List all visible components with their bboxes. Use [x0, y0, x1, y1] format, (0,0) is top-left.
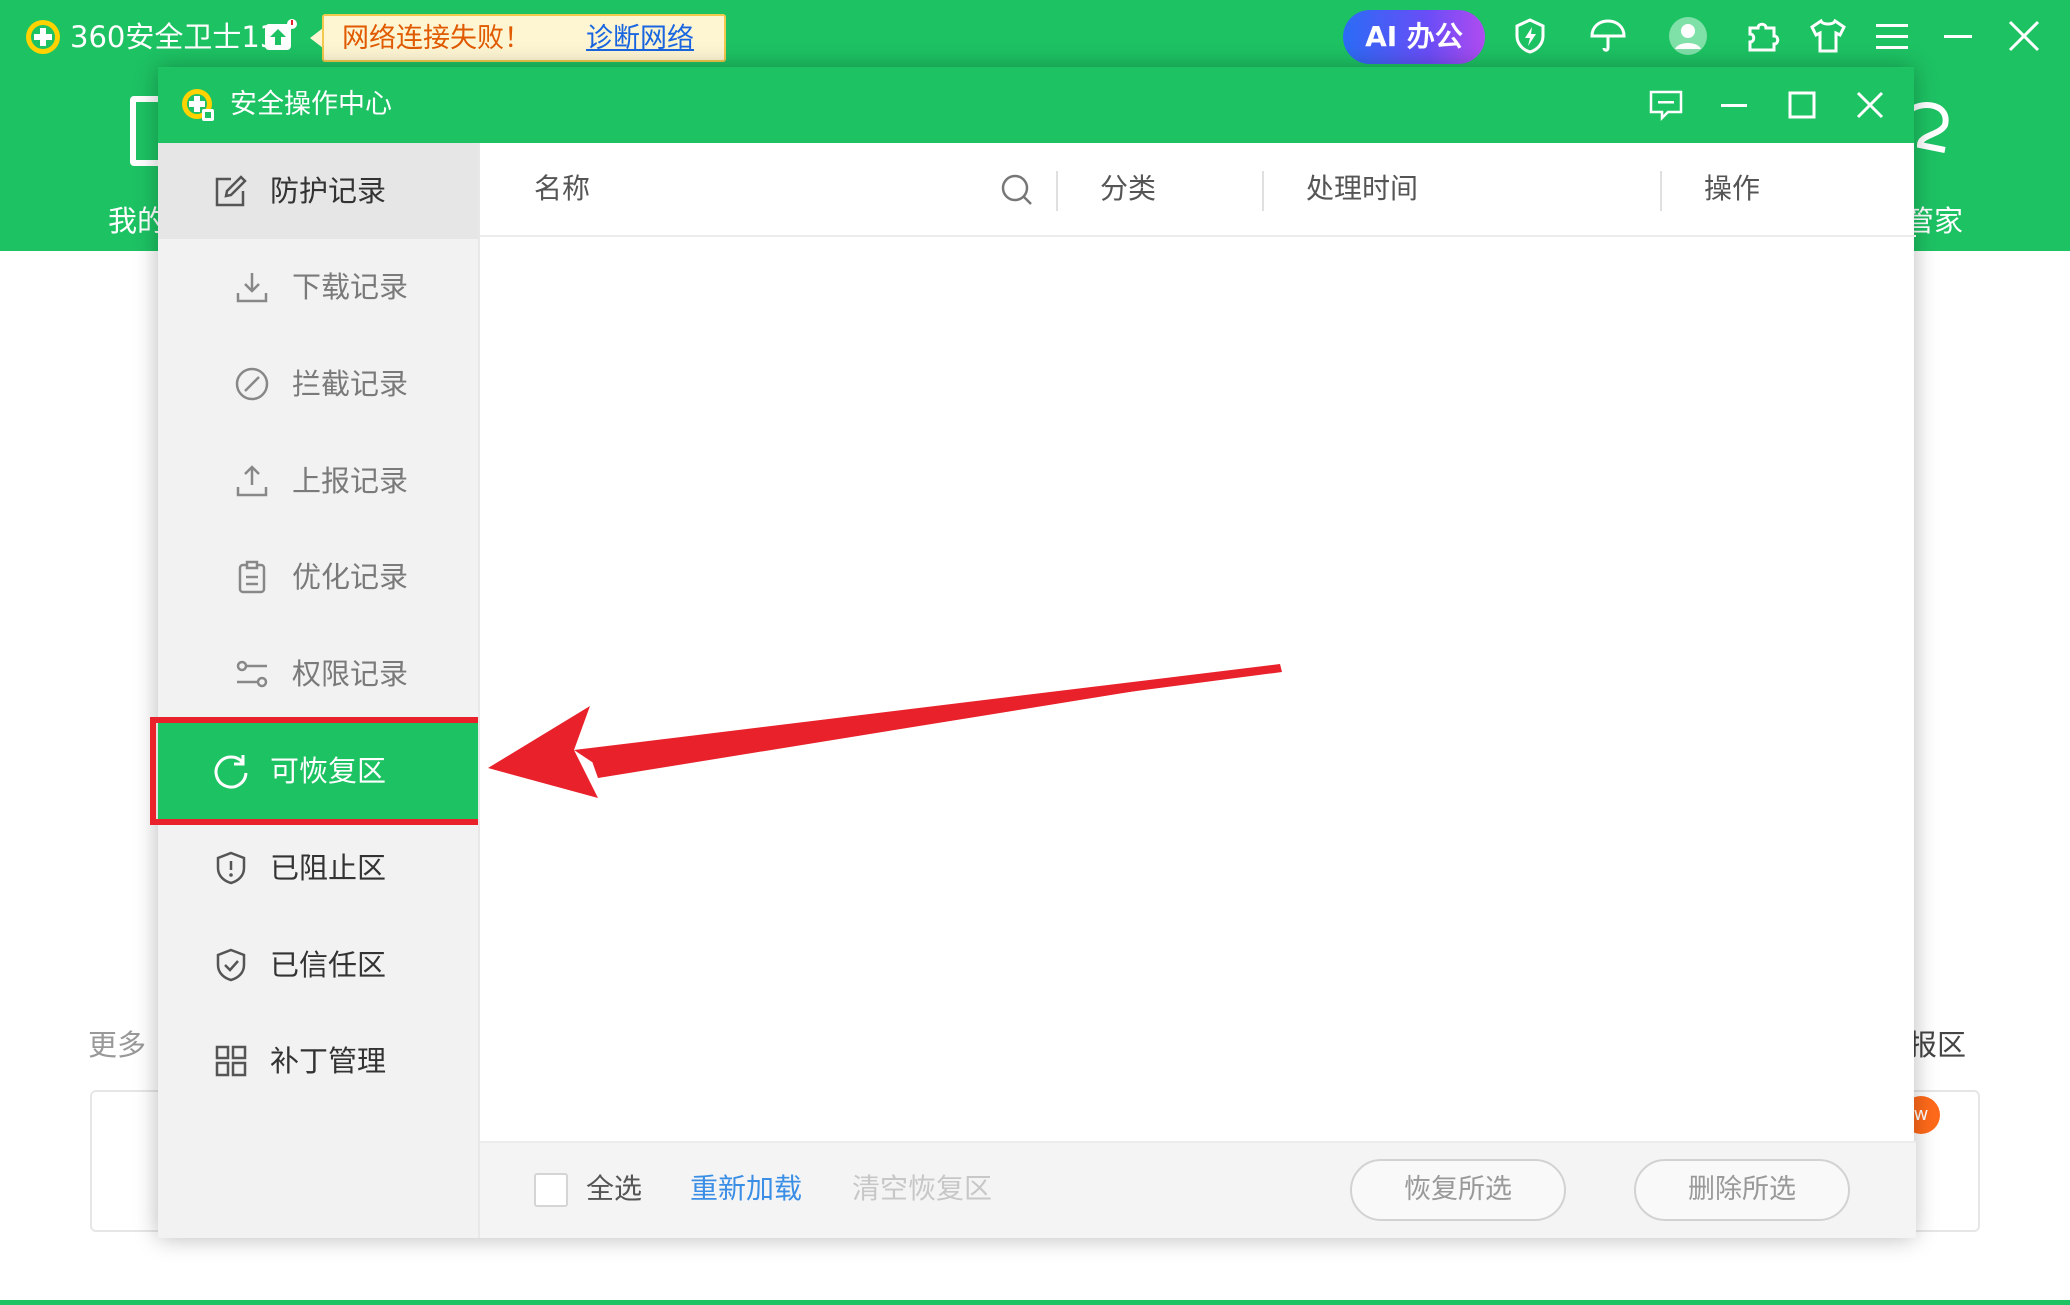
close-icon[interactable] [2004, 16, 2044, 56]
skin-shirt-icon[interactable] [1808, 16, 1848, 56]
bottom-accent [0, 1300, 2070, 1305]
annotation-arrow [488, 664, 1282, 798]
report-area-label: 报区 [1908, 1028, 1967, 1062]
sidebar-item-label: 优化记录 [292, 560, 409, 594]
block-icon [235, 367, 269, 401]
delete-selected-button[interactable]: 删除所选 [1634, 1159, 1850, 1221]
network-alert-message: 网络连接失败！ [342, 23, 531, 54]
sidebar-item-label: 拦截记录 [292, 367, 409, 401]
feedback-icon[interactable] [1648, 87, 1684, 123]
more-tools-label: 更多 [88, 1028, 147, 1062]
table-header: 名称 分类 处理时间 操作 [480, 143, 1916, 237]
dialog-logo-icon [182, 89, 214, 121]
sidebar-item-label: 防护记录 [270, 174, 387, 208]
avatar[interactable] [1668, 16, 1708, 56]
dialog-minimize-icon[interactable] [1716, 87, 1752, 123]
sidebar-item-label: 上报记录 [292, 464, 409, 498]
reload-link[interactable]: 重新加载 [690, 1169, 802, 1209]
shield-check-icon [216, 948, 246, 982]
grid-icon [215, 1045, 247, 1077]
sidebar: 防护记录 下载记录 拦截记录 上报记录 优化记录 权限记录 可恢复区 已阻止区 … [150, 143, 486, 1238]
sidebar-item-label: 已信任区 [270, 948, 387, 982]
edit-icon [215, 175, 247, 207]
dialog-close-icon[interactable] [1852, 87, 1888, 123]
annotation-highlight-box [150, 717, 486, 825]
speed-shield-icon[interactable] [1510, 16, 1550, 56]
sidebar-item-report-records[interactable]: 上报记录 [158, 433, 478, 529]
column-category[interactable]: 分类 [1100, 169, 1156, 209]
search-icon[interactable] [998, 171, 1036, 209]
minimize-icon[interactable] [1938, 16, 1978, 56]
restore-selected-button[interactable]: 恢复所选 [1350, 1159, 1566, 1221]
shield-alert-icon [216, 851, 246, 885]
upload-icon [236, 465, 268, 497]
sidebar-item-label: 补丁管理 [270, 1044, 387, 1078]
clipboard-icon [238, 560, 266, 594]
menu-icon[interactable] [1872, 16, 1912, 56]
sidebar-item-label: 权限记录 [292, 657, 409, 691]
column-name[interactable]: 名称 [534, 169, 590, 209]
dialog-title-bar: 安全操作中心 [158, 67, 1914, 143]
network-alert: 网络连接失败！ 诊断网络 [322, 14, 726, 62]
update-icon[interactable] [262, 18, 298, 54]
download-icon [236, 273, 268, 303]
select-all-checkbox[interactable] [534, 1173, 568, 1207]
column-process-time[interactable]: 处理时间 [1306, 169, 1418, 209]
diagnose-network-link[interactable]: 诊断网络 [586, 22, 694, 56]
ai-office-button[interactable]: AI 办公 [1343, 10, 1485, 64]
sidebar-item-optimize-records[interactable]: 优化记录 [158, 529, 478, 625]
column-action: 操作 [1704, 172, 1761, 205]
sidebar-item-download-records[interactable]: 下载记录 [158, 239, 478, 335]
dialog-maximize-icon[interactable] [1784, 87, 1820, 123]
sidebar-item-label: 下载记录 [292, 270, 409, 304]
column-divider [1660, 171, 1662, 211]
dialog-title: 安全操作中心 [230, 89, 392, 120]
column-divider [1056, 171, 1058, 211]
clear-recoverable-link[interactable]: 清空恢复区 [852, 1169, 992, 1209]
app-title: 360安全卫士13 [70, 20, 279, 54]
column-divider [1262, 171, 1264, 211]
umbrella-icon[interactable] [1588, 16, 1628, 56]
sidebar-item-blocked-zone[interactable]: 已阻止区 [158, 820, 478, 916]
app-logo-icon [26, 20, 60, 54]
sidebar-item-intercept-records[interactable]: 拦截记录 [158, 336, 478, 432]
sidebar-item-permission-records[interactable]: 权限记录 [158, 626, 478, 722]
main-title-bar: 360安全卫士13 网络连接失败！ 诊断网络 AI 办公 [0, 0, 2070, 70]
select-all-label[interactable]: 全选 [586, 1169, 642, 1209]
puzzle-icon[interactable] [1742, 16, 1782, 56]
sliders-icon [236, 660, 268, 688]
sidebar-item-label: 已阻止区 [270, 851, 387, 885]
sidebar-item-patch-management[interactable]: 补丁管理 [158, 1013, 478, 1109]
sidebar-item-trusted-zone[interactable]: 已信任区 [158, 917, 478, 1013]
action-footer: 全选 重新加载 清空恢复区 恢复所选 删除所选 [480, 1141, 1916, 1238]
sidebar-item-protection-records[interactable]: 防护记录 [158, 143, 478, 239]
